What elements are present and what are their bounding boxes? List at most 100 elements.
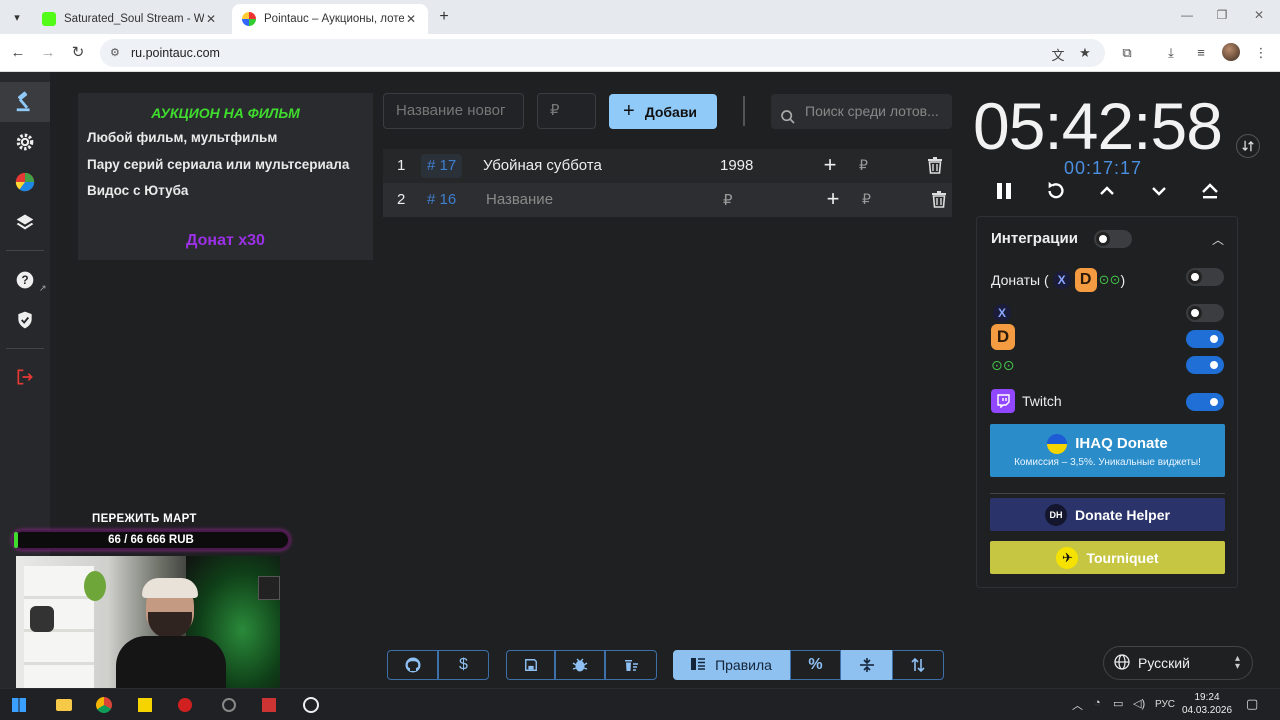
bug-report-icon[interactable] xyxy=(555,650,605,680)
lot-id-badge[interactable]: # 17 xyxy=(421,154,463,178)
taskbar-app-icon[interactable] xyxy=(222,698,236,712)
menu-icon[interactable]: ⋮ xyxy=(1252,44,1270,62)
taskbar-app-icon[interactable] xyxy=(138,698,152,712)
back-icon[interactable]: ← xyxy=(8,43,28,63)
plus-icon: + xyxy=(623,100,635,122)
clear-lots-icon[interactable] xyxy=(605,650,657,680)
forward-icon[interactable]: → xyxy=(38,43,58,63)
lot-currency[interactable]: ₽ xyxy=(859,157,868,174)
obs-taskbar-icon[interactable] xyxy=(303,697,319,713)
lot-currency[interactable]: ₽ xyxy=(862,191,871,208)
lot-name[interactable]: Убойная суббота xyxy=(483,157,602,174)
add-lot-button[interactable]: + Добавить xyxy=(609,94,717,129)
close-tab-icon[interactable]: ✕ xyxy=(404,12,418,26)
globe-icon xyxy=(1114,653,1130,673)
restore-icon[interactable]: ❐ xyxy=(1215,8,1229,22)
x-service-icon: X xyxy=(1052,271,1071,289)
add-amount-icon[interactable]: + xyxy=(823,186,843,212)
minimize-icon[interactable]: — xyxy=(1180,8,1194,22)
tab-search-icon[interactable]: ▾ xyxy=(6,6,28,28)
input-language[interactable]: РУС xyxy=(1155,699,1175,710)
percent-button[interactable]: % xyxy=(790,650,841,680)
volume-icon[interactable]: ◁) xyxy=(1133,697,1145,710)
x-service-toggle[interactable] xyxy=(1186,304,1224,322)
system-clock[interactable]: 19:24 04.03.2026 xyxy=(1182,691,1232,717)
network-icon[interactable]: ◔ xyxy=(1094,697,1101,709)
chrome-taskbar-icon[interactable] xyxy=(96,697,112,713)
github-icon[interactable] xyxy=(387,650,438,680)
donate-helper-logo-icon: DH xyxy=(1045,503,1068,526)
taskbar-app-icon[interactable] xyxy=(178,698,192,712)
logout-icon[interactable] xyxy=(0,357,50,397)
address-bar[interactable]: ⚙ ru.pointauc.com 文 ★ xyxy=(100,39,1105,67)
lot-amount[interactable]: 1998 xyxy=(720,157,753,174)
donatepay-toggle[interactable] xyxy=(1186,356,1224,374)
reload-icon[interactable]: ↻ xyxy=(68,43,88,63)
taskbar-app-icon[interactable] xyxy=(262,698,276,712)
new-tab-icon[interactable]: + xyxy=(434,7,454,27)
translate-icon[interactable]: 文 xyxy=(1050,45,1066,64)
close-tab-icon[interactable]: ✕ xyxy=(204,12,218,26)
close-window-icon[interactable]: ✕ xyxy=(1252,8,1266,22)
donations-toggle[interactable] xyxy=(1186,268,1224,286)
start-windows-icon[interactable] xyxy=(12,698,26,712)
donationalerts-toggle[interactable] xyxy=(1186,330,1224,348)
twitch-toggle[interactable] xyxy=(1186,393,1224,411)
lot-name-placeholder[interactable]: Название xyxy=(486,191,553,208)
panel-divider xyxy=(990,493,1225,494)
bookmark-star-icon[interactable]: ★ xyxy=(1077,45,1093,61)
lot-id-badge[interactable]: # 16 xyxy=(421,188,462,212)
integrations-toggle[interactable] xyxy=(1094,230,1132,248)
lot-search-input[interactable]: Поиск среди лотов... xyxy=(771,94,952,129)
tab-pointauc[interactable]: Pointauc – Аукционы, лотереи ✕ xyxy=(232,4,428,34)
collapse-chevron-up-icon[interactable]: ︿ xyxy=(1212,231,1224,248)
ihaq-donate-button[interactable]: IHAQ Donate Комиссия – 3,5%. Уникальные … xyxy=(990,424,1225,477)
url-text: ru.pointauc.com xyxy=(131,46,220,60)
extensions-icon[interactable]: ⧉ xyxy=(1118,44,1136,62)
add-button-label: Добавить xyxy=(644,103,697,120)
profile-avatar[interactable] xyxy=(1222,43,1240,61)
donate-helper-button[interactable]: DH Donate Helper xyxy=(990,498,1225,531)
sort-icon[interactable] xyxy=(892,650,944,680)
settings-gear-icon[interactable] xyxy=(0,122,50,162)
shield-check-icon[interactable] xyxy=(0,300,50,340)
help-question-icon[interactable]: ? xyxy=(0,260,50,300)
download-icon[interactable]: ⤓ xyxy=(1162,44,1180,62)
site-info-icon[interactable]: ⚙ xyxy=(110,46,124,60)
double-time-icon[interactable] xyxy=(1197,178,1223,204)
ihaq-title: IHAQ Donate xyxy=(1075,435,1168,452)
reset-timer-icon[interactable] xyxy=(1043,178,1069,204)
lot-name-input[interactable]: Название новог xyxy=(383,93,524,129)
x-service-icon: X xyxy=(993,304,1011,322)
language-select[interactable]: Русский ▴ ▾ xyxy=(1103,646,1253,680)
file-explorer-icon[interactable] xyxy=(56,699,72,711)
add-amount-icon[interactable]: + xyxy=(820,152,840,178)
auction-hammer-icon[interactable] xyxy=(0,82,50,122)
lot-amount-input[interactable]: ₽ xyxy=(537,93,596,129)
save-icon[interactable] xyxy=(506,650,555,680)
rules-donate-multiplier: Донат x30 xyxy=(186,232,265,249)
search-placeholder: Поиск среди лотов... xyxy=(805,103,939,119)
wheel-pie-icon[interactable] xyxy=(0,162,50,202)
donatepay-icon: ⊙⊙ xyxy=(1098,272,1121,287)
delete-trash-icon[interactable] xyxy=(927,156,943,176)
battery-icon[interactable]: ▭ xyxy=(1113,697,1123,710)
tourniquet-button[interactable]: ✈ Tourniquet xyxy=(990,541,1225,574)
media-control-icon[interactable]: ≡ xyxy=(1192,44,1210,62)
pause-icon[interactable] xyxy=(991,178,1017,204)
layers-icon[interactable] xyxy=(0,202,50,242)
notifications-icon[interactable]: ▢ xyxy=(1246,696,1258,712)
rules-button[interactable]: Правила xyxy=(673,650,790,680)
lot-amount-placeholder[interactable]: ₽ xyxy=(723,191,733,209)
compact-view-icon[interactable] xyxy=(841,650,892,680)
add-time-chevron-up-icon[interactable] xyxy=(1094,178,1120,204)
rules-card: АУКЦИОН НА ФИЛЬМ Любой фильм, мультфильм… xyxy=(78,93,373,260)
delete-trash-icon[interactable] xyxy=(931,190,947,210)
search-icon xyxy=(780,103,796,129)
reduce-time-chevron-down-icon[interactable] xyxy=(1146,178,1172,204)
donate-dollar-button[interactable]: $ xyxy=(438,650,489,680)
show-hidden-icons-icon[interactable]: ︿ xyxy=(1072,697,1083,713)
swap-timer-icon[interactable] xyxy=(1236,134,1260,158)
tab-saturated-soul[interactable]: Saturated_Soul Stream - Watch ✕ xyxy=(32,4,228,34)
rules-title: АУКЦИОН НА ФИЛЬМ xyxy=(151,105,300,121)
